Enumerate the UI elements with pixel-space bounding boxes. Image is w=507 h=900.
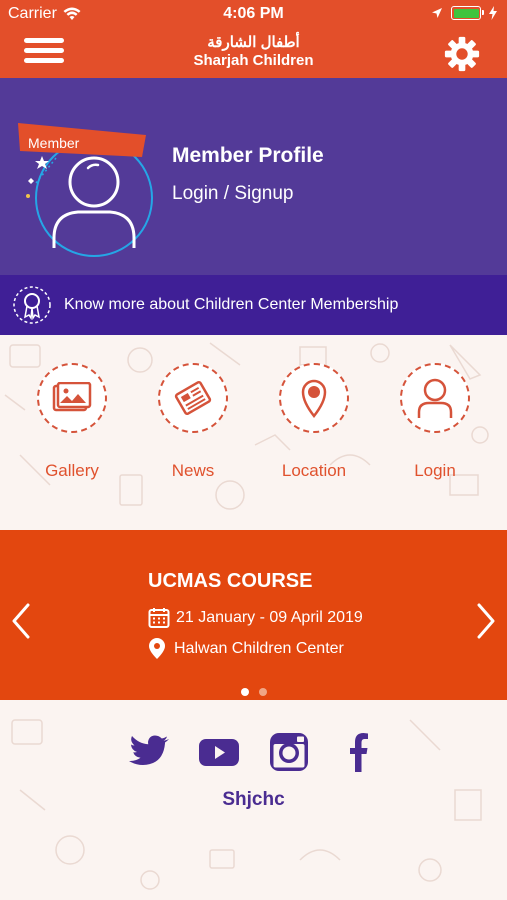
status-right [431,6,497,20]
quick-link-gallery[interactable]: Gallery [12,363,132,481]
quick-link-login[interactable]: Login [375,363,495,481]
chevron-left-icon[interactable] [10,602,32,640]
app-title: أطفال الشارقة Sharjah Children [0,34,507,70]
twitter-icon[interactable] [127,730,171,774]
facebook-icon[interactable] [337,730,381,774]
app-title-arabic: أطفال الشارقة [207,34,300,51]
quick-link-news[interactable]: News [133,363,253,481]
calendar-icon [148,608,170,628]
youtube-icon[interactable] [197,730,241,774]
quick-link-location[interactable]: Location [254,363,374,481]
event-date: 21 January - 09 April 2019 [148,607,363,629]
header-bar: أطفال الشارقة Sharjah Children [0,28,507,78]
member-badge-label: Member [28,135,80,151]
status-bar: Carrier 4:06 PM [0,0,507,28]
ribbon-badge-icon [13,286,51,324]
social-handle[interactable]: Shjchc [0,789,507,811]
location-pin-icon [149,638,165,659]
social-icons [0,730,507,774]
newspaper-icon [174,380,212,416]
event-location: Halwan Children Center [148,638,344,660]
chevron-right-icon[interactable] [475,602,497,640]
charging-bolt-icon [489,6,497,20]
gallery-icon [52,382,92,412]
quick-link-label: Location [281,461,347,480]
membership-info-link[interactable]: Know more about Children Center Membersh… [0,275,507,335]
event-carousel[interactable]: UCMAS COURSE 21 January - 09 April 2019 … [0,530,507,700]
battery-icon [451,6,484,20]
page-dot[interactable] [258,688,267,696]
quick-link-label: Gallery [45,461,99,480]
page-dot[interactable] [240,688,249,696]
profile-title: Member Profile [172,144,324,167]
quick-link-label: Login [414,461,456,480]
member-profile-section: Member Member Profile Login / Signup [0,78,507,275]
event-date-text: 21 January - 09 April 2019 [176,609,363,626]
login-signup-link[interactable]: Login / Signup [172,183,294,205]
map-pin-icon [301,379,327,418]
event-title: UCMAS COURSE [148,570,313,592]
location-arrow-icon [432,8,442,18]
app-title-english: Sharjah Children [193,52,314,69]
event-location-text: Halwan Children Center [174,640,344,657]
page-indicator[interactable] [0,683,507,701]
social-section: Shjchc [0,700,507,900]
user-icon [417,378,453,418]
quick-link-label: News [171,461,215,480]
gear-icon[interactable] [443,35,481,73]
instagram-icon[interactable] [267,730,311,774]
membership-text: Know more about Children Center Membersh… [64,296,399,313]
quick-links-section: Gallery News Location Login [0,335,507,530]
